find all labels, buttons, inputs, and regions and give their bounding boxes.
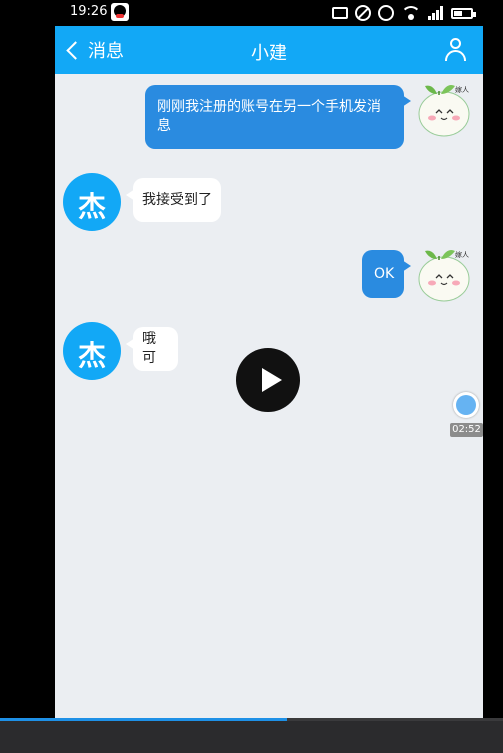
message-text: 我接受到了 [142,191,212,208]
cast-icon [332,7,348,19]
signal-icon [428,6,444,20]
chat-title: 小建 [251,43,287,64]
contact-avatar-text: 杰 [77,339,106,372]
contact-avatar[interactable]: 杰 [63,322,121,380]
message-bubble-incoming[interactable]: 哦可 [126,327,178,371]
elapsed-time: 02:52 [450,423,483,437]
progress-track[interactable] [0,718,503,721]
my-avatar[interactable]: 嫁人 [415,245,473,303]
message-text: 刚刚我注册的账号在另一个手机发消息 [157,99,381,134]
message-text: 哦可 [142,331,156,366]
qq-icon [111,3,129,21]
svg-text:嫁人: 嫁人 [455,250,469,259]
message-text: OK [374,265,395,282]
status-time: 19:26 [70,4,108,19]
dnd-icon [355,5,371,21]
wifi-icon [401,6,421,20]
seek-handle[interactable] [453,392,479,418]
message-bubble-incoming[interactable]: 我接受到了 [126,178,221,222]
phone-screen: 19:26 消息 小建 刚刚我注册的账号在另一个手机发消息 嫁人 杰 我接受到了… [55,0,483,718]
battery-icon [451,7,476,19]
status-icons [332,2,476,24]
alarm-icon [378,5,394,21]
status-bar: 19:26 [55,0,483,26]
contact-icon[interactable] [443,36,469,64]
progress-fill [0,718,287,721]
contact-avatar-text: 杰 [77,190,106,223]
svg-text:嫁人: 嫁人 [455,85,469,94]
play-icon[interactable] [236,348,300,412]
message-bubble-outgoing[interactable]: 刚刚我注册的账号在另一个手机发消息 [145,85,411,149]
message-bubble-outgoing[interactable]: OK [362,250,411,298]
chat-header: 消息 小建 [55,26,483,74]
contact-avatar[interactable]: 杰 [63,173,121,231]
my-avatar[interactable]: 嫁人 [415,80,473,138]
video-control-bar [0,718,503,753]
